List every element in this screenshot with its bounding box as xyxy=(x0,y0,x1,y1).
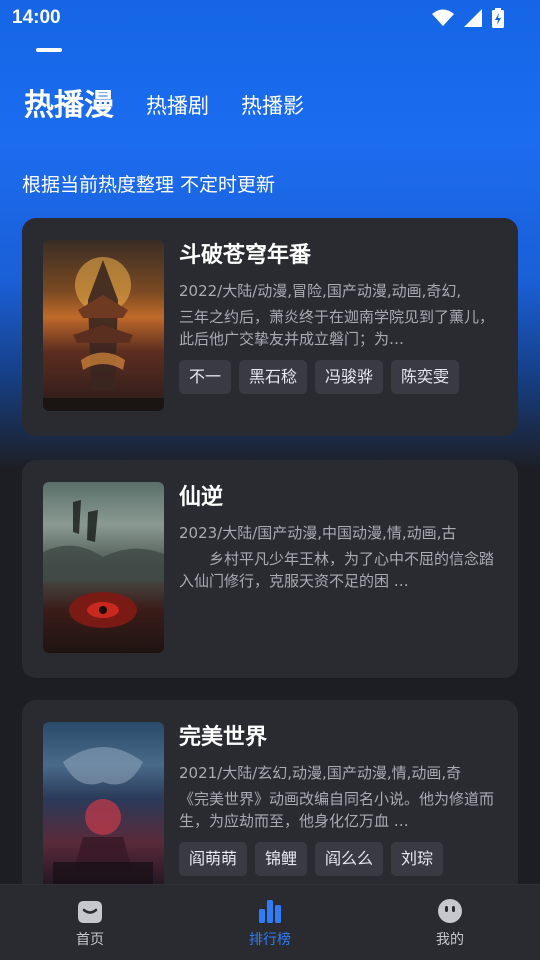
bottom-navigation: 首页 排行榜 我的 xyxy=(0,884,540,960)
cast-tag[interactable]: 阎么么 xyxy=(315,842,384,876)
nav-profile-label: 我的 xyxy=(436,931,464,948)
nav-home[interactable]: 首页 xyxy=(30,897,150,949)
status-icons xyxy=(432,8,504,28)
card-meta: 2021/大陆/玄幻,动漫,国产动漫,情,动画,奇 xyxy=(179,764,462,782)
cast-tag[interactable]: 阎萌萌 xyxy=(179,842,248,876)
ranking-icon xyxy=(259,899,281,923)
tab-hot-movie[interactable]: 热播影 xyxy=(241,90,304,120)
card-title: 仙逆 xyxy=(179,485,224,510)
card-body: 仙逆 2023/大陆/国产动漫,中国动漫,情,动画,古 乡村平凡少年王林，为了心… xyxy=(179,482,502,592)
poster-image xyxy=(43,240,164,411)
card-meta: 2022/大陆/动漫,冒险,国产动漫,动画,奇幻, xyxy=(179,282,462,300)
cast-tags: 阎萌萌 锦鲤 阎么么 刘琮 xyxy=(179,842,502,876)
cast-tag[interactable]: 黑石稔 xyxy=(239,360,308,394)
card-description: 《完美世界》动画改编自同名小说。他为修道而生，为应劫而至，他身化亿万血 … xyxy=(179,790,495,830)
status-bar: 14:00 xyxy=(0,0,540,36)
tab-indicator xyxy=(36,48,62,52)
cast-tag[interactable]: 冯骏骅 xyxy=(315,360,384,394)
cast-tags: 不一 黑石稔 冯骏骅 陈奕雯 xyxy=(179,360,502,394)
card-title: 完美世界 xyxy=(179,725,268,750)
nav-home-label: 首页 xyxy=(76,931,104,948)
cast-tag[interactable]: 陈奕雯 xyxy=(391,360,460,394)
status-time: 14:00 xyxy=(12,7,61,28)
cast-tag[interactable]: 刘琮 xyxy=(391,842,444,876)
ranking-subtitle: 根据当前热度整理 不定时更新 xyxy=(22,174,276,196)
nav-ranking[interactable]: 排行榜 xyxy=(210,897,330,949)
category-tabs: 热播漫 热播剧 热播影 xyxy=(24,80,304,124)
signal-icon xyxy=(464,9,482,27)
wifi-icon xyxy=(432,9,454,26)
nav-profile[interactable]: 我的 xyxy=(390,897,510,949)
cast-tag[interactable]: 不一 xyxy=(179,360,232,394)
battery-icon xyxy=(492,8,504,28)
card-body: 完美世界 2021/大陆/玄幻,动漫,国产动漫,情,动画,奇 《完美世界》动画改… xyxy=(179,722,502,876)
nav-ranking-label: 排行榜 xyxy=(249,931,291,948)
card-description: 三年之约后，萧炎终于在迦南学院见到了薰儿，此后他广交挚友并成立磐门；为… xyxy=(179,308,495,348)
card-body: 斗破苍穹年番 2022/大陆/动漫,冒险,国产动漫,动画,奇幻, 三年之约后，萧… xyxy=(179,240,502,394)
card-description: 乡村平凡少年王林，为了心中不屈的信念踏入仙门修行，克服天资不足的困 … xyxy=(179,550,495,590)
home-icon xyxy=(78,900,102,923)
ranking-card[interactable]: 斗破苍穹年番 2022/大陆/动漫,冒险,国产动漫,动画,奇幻, 三年之约后，萧… xyxy=(22,218,518,436)
poster-image xyxy=(43,482,164,653)
poster-image xyxy=(43,722,164,893)
card-meta: 2023/大陆/国产动漫,中国动漫,情,动画,古 xyxy=(179,524,457,542)
tab-hot-drama[interactable]: 热播剧 xyxy=(146,90,209,120)
tab-hot-anime[interactable]: 热播漫 xyxy=(24,80,114,124)
cast-tag[interactable]: 锦鲤 xyxy=(255,842,308,876)
card-title: 斗破苍穹年番 xyxy=(179,243,312,268)
profile-icon xyxy=(438,898,462,923)
ranking-card[interactable]: 仙逆 2023/大陆/国产动漫,中国动漫,情,动画,古 乡村平凡少年王林，为了心… xyxy=(22,460,518,678)
